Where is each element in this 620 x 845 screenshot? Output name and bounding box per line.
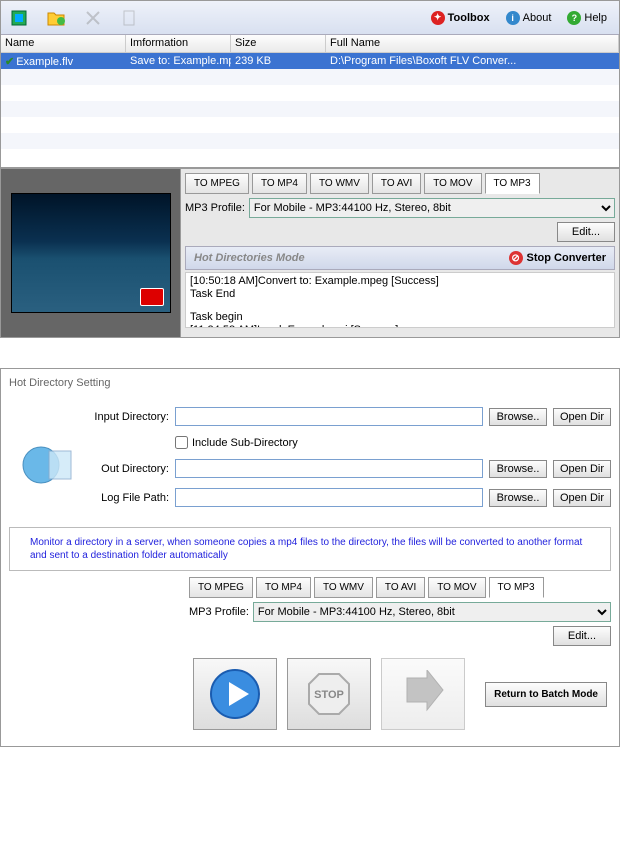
tab2-mp4[interactable]: TO MP4 [256, 577, 311, 598]
file-grid-header: Name Imformation Size Full Name [1, 35, 619, 53]
mode-bar: Hot Directories Mode ⊘Stop Converter [185, 246, 615, 270]
return-batch-button[interactable]: Return to Batch Mode [485, 682, 607, 707]
edit-button[interactable]: Edit... [557, 222, 615, 242]
conversion-panel: TO MPEG TO MP4 TO WMV TO AVI TO MOV TO M… [181, 169, 619, 337]
edit2-button[interactable]: Edit... [553, 626, 611, 646]
lower-section: TO MPEG TO MP4 TO WMV TO AVI TO MOV TO M… [1, 167, 619, 337]
tab2-mp3[interactable]: TO MP3 [489, 577, 544, 598]
tab-mp3[interactable]: TO MP3 [485, 173, 540, 194]
log-output[interactable]: [10:50:18 AM]Convert to: Example.mpeg [S… [185, 272, 615, 328]
input-dir-field[interactable] [175, 407, 483, 426]
stop-icon: ⊘ [509, 251, 523, 265]
action-buttons: STOP Return to Batch Mode [189, 650, 611, 738]
log-line: Task begin [190, 311, 610, 324]
table-row[interactable] [1, 149, 619, 165]
include-subdir-checkbox[interactable] [175, 436, 188, 449]
col-full[interactable]: Full Name [326, 35, 619, 52]
browse-input-button[interactable]: Browse.. [489, 408, 547, 426]
hot-directory-window: Hot Directory Setting Input Directory: B… [0, 368, 620, 747]
out-dir-label: Out Directory: [89, 463, 169, 475]
stop-button[interactable]: STOP [287, 658, 371, 730]
table-row[interactable] [1, 85, 619, 101]
add-file-icon[interactable] [7, 4, 35, 32]
table-row[interactable] [1, 117, 619, 133]
toolbox-button[interactable]: ✦Toolbox [425, 9, 496, 27]
include-subdir-label: Include Sub-Directory [192, 437, 298, 449]
help-icon: ? [567, 11, 581, 25]
table-row[interactable]: ✔Example.flv Save to: Example.mp3 239 KB… [1, 53, 619, 69]
log-line: [11:24:58 AM]Load: Example.avi [Success] [190, 324, 610, 328]
table-row[interactable] [1, 101, 619, 117]
about-button[interactable]: iAbout [500, 9, 558, 27]
log-path-field[interactable] [175, 488, 483, 507]
play-button[interactable] [193, 658, 277, 730]
hd-form: Input Directory: Browse.. Open Dir Inclu… [89, 407, 611, 517]
profile-label: MP3 Profile: [185, 202, 245, 214]
toolbox-icon: ✦ [431, 11, 445, 25]
hd-title: Hot Directory Setting [9, 377, 611, 389]
tab-mp4[interactable]: TO MP4 [252, 173, 307, 194]
col-name[interactable]: Name [1, 35, 126, 52]
format-tabs-2: TO MPEG TO MP4 TO WMV TO AVI TO MOV TO M… [189, 577, 611, 598]
svg-text:STOP: STOP [314, 689, 344, 701]
hd-note: Monitor a directory in a server, when so… [9, 527, 611, 571]
input-dir-label: Input Directory: [89, 411, 169, 423]
tab-avi[interactable]: TO AVI [372, 173, 421, 194]
table-row[interactable] [1, 69, 619, 85]
top-toolbar: ✦Toolbox iAbout ?Help [1, 1, 619, 35]
open-log-button[interactable]: Open Dir [553, 489, 611, 507]
about-icon: i [506, 11, 520, 25]
tab2-avi[interactable]: TO AVI [376, 577, 425, 598]
tab2-mpeg[interactable]: TO MPEG [189, 577, 253, 598]
browse-out-button[interactable]: Browse.. [489, 460, 547, 478]
clear-icon[interactable] [115, 4, 143, 32]
out-dir-field[interactable] [175, 459, 483, 478]
browse-log-button[interactable]: Browse.. [489, 489, 547, 507]
file-grid[interactable]: ✔Example.flv Save to: Example.mp3 239 KB… [1, 53, 619, 167]
col-info[interactable]: Imformation [126, 35, 231, 52]
video-thumbnail [11, 193, 171, 313]
log-line: [10:50:18 AM]Convert to: Example.mpeg [S… [190, 275, 610, 288]
open-out-button[interactable]: Open Dir [553, 460, 611, 478]
help-button[interactable]: ?Help [561, 9, 613, 27]
table-row[interactable] [1, 133, 619, 149]
stop-converter-button[interactable]: ⊘Stop Converter [509, 251, 606, 265]
log-line: Task End [190, 288, 610, 301]
log-path-label: Log File Path: [89, 492, 169, 504]
tab-wmv[interactable]: TO WMV [310, 173, 369, 194]
tab2-mov[interactable]: TO MOV [428, 577, 485, 598]
profile-select[interactable]: For Mobile - MP3:44100 Hz, Stereo, 8bit [249, 198, 615, 218]
profile2-label: MP3 Profile: [189, 606, 249, 618]
tab-mov[interactable]: TO MOV [424, 173, 481, 194]
profile2-select[interactable]: For Mobile - MP3:44100 Hz, Stereo, 8bit [253, 602, 611, 622]
mode-title: Hot Directories Mode [194, 252, 305, 264]
tab-mpeg[interactable]: TO MPEG [185, 173, 249, 194]
open-input-button[interactable]: Open Dir [553, 408, 611, 426]
check-icon: ✔ [5, 56, 14, 68]
tab2-wmv[interactable]: TO WMV [314, 577, 373, 598]
delete-icon[interactable] [79, 4, 107, 32]
next-button[interactable] [381, 658, 465, 730]
add-folder-icon[interactable] [43, 4, 71, 32]
format-tabs: TO MPEG TO MP4 TO WMV TO AVI TO MOV TO M… [185, 173, 615, 194]
col-size[interactable]: Size [231, 35, 326, 52]
video-preview[interactable] [1, 169, 181, 337]
globe-icon [19, 437, 79, 497]
main-window: ✦Toolbox iAbout ?Help Name Imformation S… [0, 0, 620, 338]
